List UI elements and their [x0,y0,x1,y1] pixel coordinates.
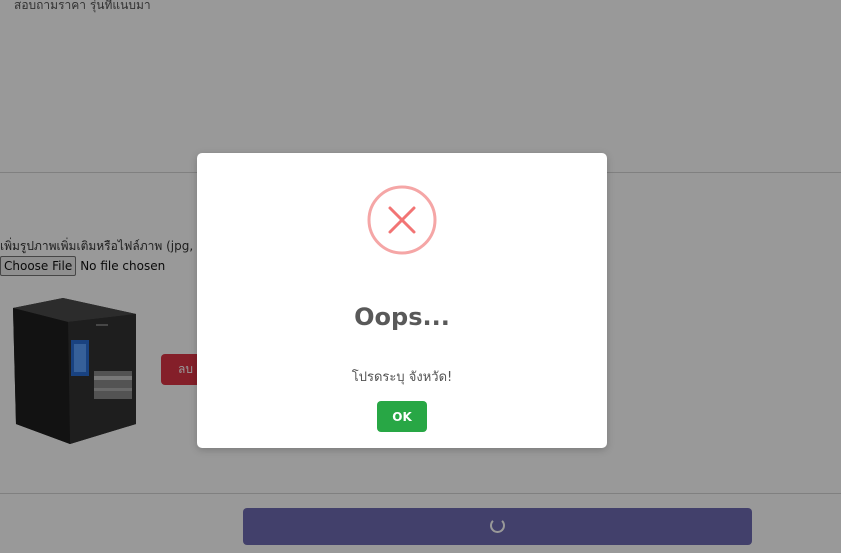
dialog-message: โปรดระบุ จังหวัด! [351,370,453,385]
error-dialog: Oops... โปรดระบุ จังหวัด! OK [197,153,607,448]
error-x-icon [367,185,437,255]
ok-button[interactable]: OK [377,401,427,432]
dialog-title: Oops... [354,303,450,331]
